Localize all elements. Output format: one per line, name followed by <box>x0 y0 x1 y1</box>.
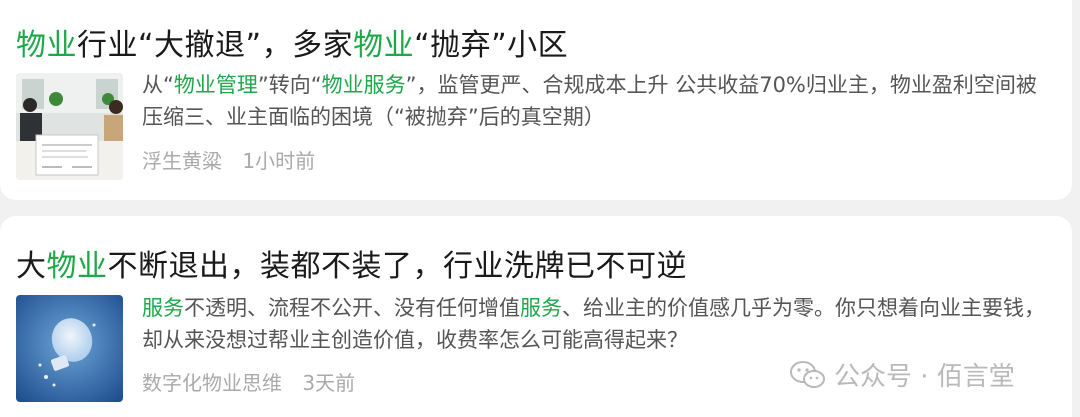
article-card[interactable]: 物业行业“大撤退”，多家物业“抛弃”小区 从“物业管理”转向“物业服务”，监管更… <box>0 0 1072 200</box>
article-author[interactable]: 浮生黄粱 <box>142 149 222 173</box>
highlight-keyword: 服务 <box>520 296 562 320</box>
text-segment: 从“ <box>142 73 174 97</box>
lightbulb-photo <box>16 295 123 402</box>
article-meta: 浮生黄粱 1小时前 <box>142 145 315 174</box>
article-title[interactable]: 大物业不断退出，装都不装了，行业洗牌已不可逆 <box>16 241 687 285</box>
watermark: 公众号 · 佰言堂 <box>790 356 1015 393</box>
highlight-keyword: 物业服务 <box>321 73 406 97</box>
office-contract-signing-photo <box>16 73 123 180</box>
highlight-keyword: 物业 <box>353 28 415 63</box>
text-segment: 行业“大撤退”，多家 <box>77 28 354 63</box>
article-title[interactable]: 物业行业“大撤退”，多家物业“抛弃”小区 <box>16 20 568 64</box>
article-time: 1小时前 <box>242 149 316 173</box>
highlight-keyword: 物业 <box>46 249 108 284</box>
article-time: 3天前 <box>302 371 356 395</box>
wechat-icon <box>790 360 825 388</box>
highlight-keyword: 服务 <box>142 296 184 320</box>
highlight-keyword: 物业 <box>16 28 77 63</box>
text-segment: 不断退出，装都不装了，行业洗牌已不可逆 <box>107 249 687 284</box>
article-thumbnail[interactable] <box>16 295 123 402</box>
text-segment: 大 <box>16 249 47 284</box>
text-segment: 不透明、流程不公开、没有任何增值 <box>184 296 520 320</box>
article-summary: 服务不透明、流程不公开、没有任何增值服务、给业主的价值感几乎为零。你只想着向业主… <box>142 292 1052 356</box>
article-summary: 从“物业管理”转向“物业服务”，监管更严、合规成本上升 公共收益70%归业主，物… <box>142 69 1052 133</box>
watermark-text: 公众号 · 佰言堂 <box>834 362 1015 392</box>
highlight-keyword: 物业管理 <box>173 73 258 97</box>
article-thumbnail[interactable] <box>16 73 123 180</box>
text-segment: ”转向“ <box>257 73 322 97</box>
article-meta: 数字化物业思维 3天前 <box>142 367 355 396</box>
article-author[interactable]: 数字化物业思维 <box>142 371 282 395</box>
text-segment: “抛弃”小区 <box>414 28 569 63</box>
